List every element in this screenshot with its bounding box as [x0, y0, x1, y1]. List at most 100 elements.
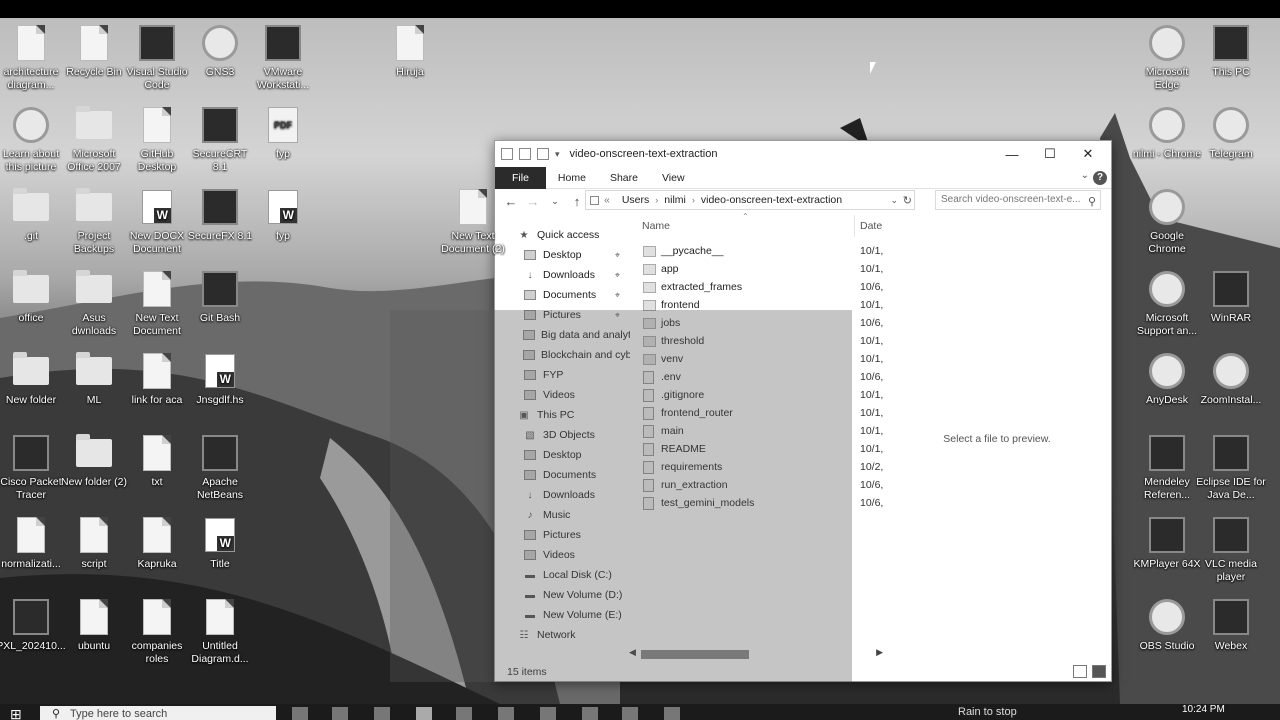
file-row[interactable]: threshold 10/1,: [635, 332, 885, 350]
new-folder-icon[interactable]: [537, 148, 549, 160]
desktop-icon-item[interactable]: W New DOCX Document: [124, 188, 190, 256]
customize-quick-access-icon[interactable]: ▾: [555, 149, 560, 160]
desktop-icon-item[interactable]: PXL_202410...: [0, 598, 66, 653]
large-icons-view-icon[interactable]: [1092, 665, 1106, 678]
file-explorer-icon[interactable]: [416, 707, 432, 720]
desktop-icon-item[interactable]: script: [61, 516, 127, 571]
breadcrumb-overflow[interactable]: «: [604, 194, 610, 206]
nav-item[interactable]: Documents: [495, 465, 630, 485]
desktop-icon-item[interactable]: Recycle Bin: [61, 24, 127, 79]
desktop-icon-item[interactable]: companies roles: [124, 598, 190, 666]
chevron-right-icon[interactable]: ›: [655, 195, 658, 205]
refresh-icon[interactable]: ↻: [903, 194, 912, 207]
file-row[interactable]: venv 10/1,: [635, 350, 885, 368]
expand-ribbon-icon[interactable]: ⌄: [1081, 170, 1089, 181]
desktop-icon-item[interactable]: Wfyp: [250, 188, 316, 243]
desktop-icon-item[interactable]: New folder (2): [61, 434, 127, 489]
desktop-icon-item[interactable]: Asus dwnloads: [61, 270, 127, 338]
desktop-icon-item[interactable]: New Text Document (2): [440, 188, 506, 256]
windows-start-icon[interactable]: ⊞: [10, 706, 22, 720]
nav-item[interactable]: ▣ This PC: [495, 405, 630, 425]
taskbar-app-icon[interactable]: [456, 707, 472, 720]
file-row[interactable]: __pycache__ 10/1,: [635, 242, 885, 260]
file-row[interactable]: README 10/1,: [635, 440, 885, 458]
nav-item[interactable]: ★ Quick access: [495, 225, 630, 245]
help-icon[interactable]: ?: [1093, 171, 1107, 185]
nav-item[interactable]: Pictures: [495, 525, 630, 545]
nav-item[interactable]: ♪ Music: [495, 505, 630, 525]
desktop-icon-item[interactable]: AnyDesk: [1134, 352, 1200, 407]
breadcrumb-current-folder[interactable]: video-onscreen-text-extraction: [701, 194, 842, 206]
desktop-icon-item[interactable]: ML: [61, 352, 127, 407]
desktop-icon-item[interactable]: ubuntu: [61, 598, 127, 653]
nav-item[interactable]: ▬ Local Disk (C:): [495, 565, 630, 585]
scroll-left-icon[interactable]: ◀: [629, 647, 636, 658]
search-input[interactable]: Search video-onscreen-text-e... ⚲: [935, 190, 1101, 210]
close-button[interactable]: ✕: [1069, 141, 1107, 167]
desktop-icon-item[interactable]: GNS3: [187, 24, 253, 79]
calculator-icon[interactable]: [540, 707, 556, 720]
desktop-icon-item[interactable]: office: [0, 270, 64, 325]
file-row[interactable]: jobs 10/6,: [635, 314, 885, 332]
file-row[interactable]: .gitignore 10/1,: [635, 386, 885, 404]
nav-item[interactable]: Desktop: [495, 445, 630, 465]
column-date[interactable]: Date: [860, 220, 882, 232]
file-row[interactable]: extracted_frames 10/6,: [635, 278, 885, 296]
nav-item[interactable]: FYP: [495, 365, 630, 385]
details-view-icon[interactable]: [1073, 665, 1087, 678]
chrome-icon[interactable]: [374, 707, 390, 720]
desktop-icon-item[interactable]: Project Backups: [61, 188, 127, 256]
file-row[interactable]: requirements 10/2,: [635, 458, 885, 476]
weather-widget[interactable]: Rain to stop: [958, 706, 1017, 718]
desktop-icon-item[interactable]: VMware Workstati...: [250, 24, 316, 92]
clock[interactable]: 10:24 PM: [1182, 704, 1225, 715]
nav-item[interactable]: Documents ⌖: [495, 285, 630, 305]
scroll-right-icon[interactable]: ▶: [876, 647, 883, 658]
forward-arrow-icon[interactable]: →: [522, 194, 544, 209]
chevron-down-icon[interactable]: ⌄: [890, 195, 898, 206]
desktop-icon-item[interactable]: W Title: [187, 516, 253, 571]
desktop-icon-item[interactable]: nilmi - Chrome: [1133, 106, 1201, 161]
file-row[interactable]: main 10/1,: [635, 422, 885, 440]
desktop-icon-item[interactable]: This PC: [1198, 24, 1264, 79]
tab-file[interactable]: File: [495, 166, 546, 189]
desktop-icon-item[interactable]: Learn about this picture: [0, 106, 64, 174]
nav-item[interactable]: ↓ Downloads: [495, 485, 630, 505]
recent-locations-icon[interactable]: ⌄: [544, 196, 566, 207]
desktop-icon-item[interactable]: Git Bash: [187, 270, 253, 325]
desktop-icon-item[interactable]: txt: [124, 434, 190, 489]
nav-item[interactable]: Pictures ⌖: [495, 305, 630, 325]
tab-view[interactable]: View: [650, 167, 697, 189]
address-bar[interactable]: « Users › nilmi › video-onscreen-text-ex…: [585, 190, 915, 210]
file-row[interactable]: frontend_router 10/1,: [635, 404, 885, 422]
desktop-icon-item[interactable]: Microsoft Office 2007: [61, 106, 127, 174]
desktop-icon-item[interactable]: link for aca: [124, 352, 190, 407]
nav-item[interactable]: ☷ Network: [495, 625, 630, 645]
tab-share[interactable]: Share: [598, 167, 650, 189]
desktop-icon-item[interactable]: Microsoft Support an...: [1134, 270, 1200, 338]
desktop-icon-item[interactable]: New Text Document: [124, 270, 190, 338]
desktop-icon-item[interactable]: WinRAR: [1198, 270, 1264, 325]
desktop-icon-item[interactable]: architecture diagram...: [0, 24, 64, 92]
desktop-icon-item[interactable]: KMPlayer 64X: [1133, 516, 1201, 571]
tab-home[interactable]: Home: [546, 167, 598, 189]
desktop-icon-item[interactable]: normalizati...: [0, 516, 64, 571]
desktop-icon-item[interactable]: Google Chrome: [1134, 188, 1200, 256]
nav-item[interactable]: Big data and analyt: [495, 325, 630, 345]
vscode-icon[interactable]: [622, 707, 638, 720]
desktop-icon-item[interactable]: Webex: [1198, 598, 1264, 653]
desktop-icon-item[interactable]: SecureFX 8.1: [187, 188, 253, 243]
taskbar-app-icon[interactable]: [332, 707, 348, 720]
minimize-button[interactable]: —: [993, 141, 1031, 167]
taskbar-app-icon[interactable]: [498, 707, 514, 720]
desktop-icon-item[interactable]: Telegram: [1198, 106, 1264, 161]
nav-item[interactable]: Blockchain and cybe: [495, 345, 630, 365]
nav-item[interactable]: Desktop ⌖: [495, 245, 630, 265]
taskbar-search-input[interactable]: ⚲ Type here to search: [40, 706, 276, 720]
chrome-icon[interactable]: [582, 707, 598, 720]
file-row[interactable]: frontend 10/1,: [635, 296, 885, 314]
file-row[interactable]: test_gemini_models 10/6,: [635, 494, 885, 512]
desktop-icon-item[interactable]: Visual Studio Code: [124, 24, 190, 92]
breadcrumb-nilmi[interactable]: nilmi: [664, 194, 686, 206]
file-row[interactable]: app 10/1,: [635, 260, 885, 278]
